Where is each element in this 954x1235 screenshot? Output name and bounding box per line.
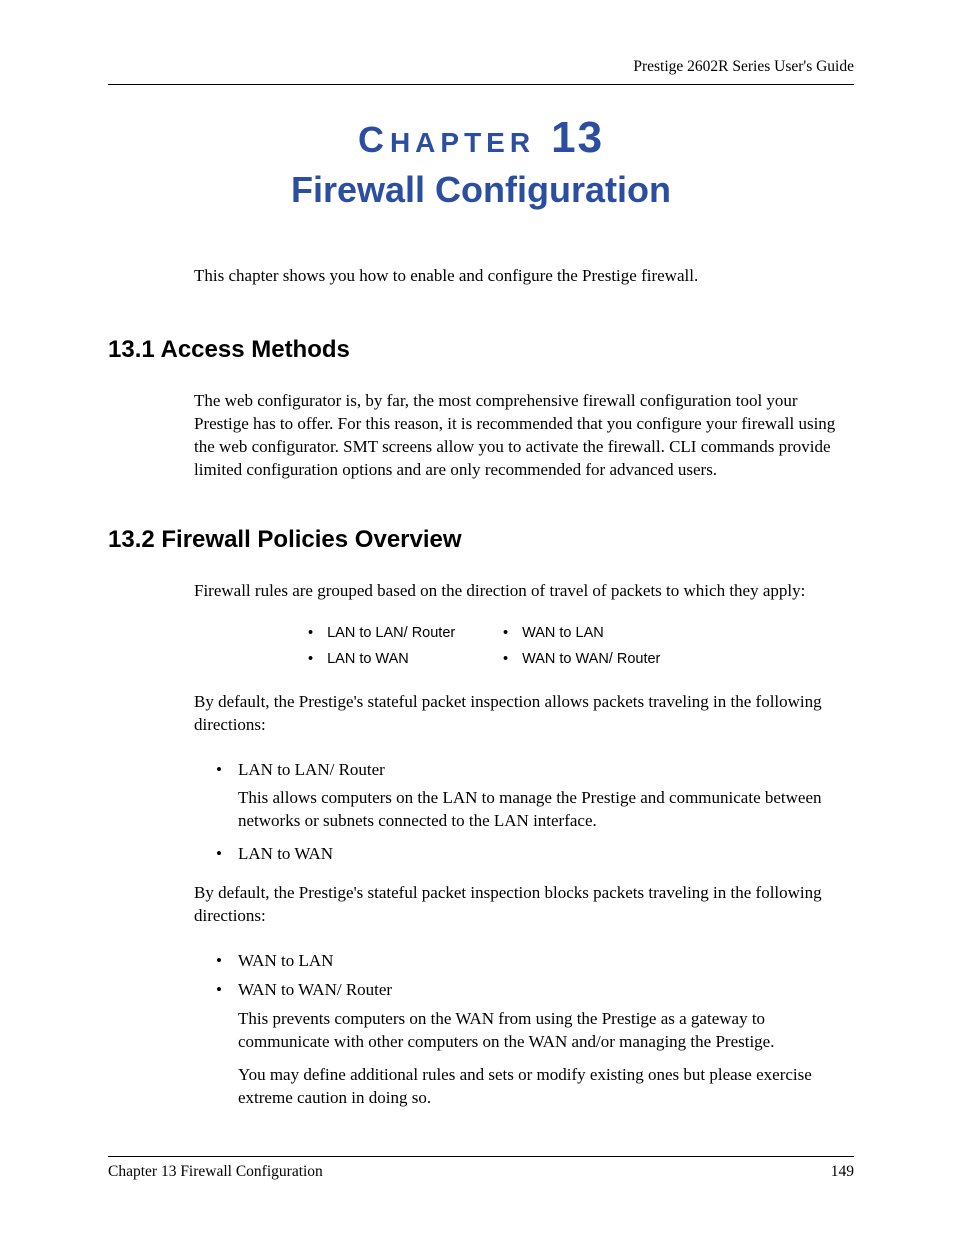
section-2-paragraph-3: By default, the Prestige's stateful pack… [194,882,854,928]
policy-directions-table: • LAN to LAN/ Router • WAN to LAN • LAN … [308,625,854,667]
table-cell: • LAN to WAN [308,651,503,667]
table-row: • LAN to LAN/ Router • WAN to LAN [308,625,854,641]
section-2-paragraph-1: Firewall rules are grouped based on the … [194,580,854,603]
chapter-title: Firewall Configuration [108,169,854,211]
footer-row: Chapter 13 Firewall Configuration 149 [108,1163,854,1181]
table-cell: • WAN to LAN [503,625,703,641]
allow-list: LAN to LAN/ Router [216,759,854,782]
block-list: WAN to LAN WAN to WAN/ Router [216,950,854,1002]
header-divider [108,84,854,85]
section-heading-access-methods: 13.1 Access Methods [108,336,854,364]
list-item: LAN to WAN [216,843,854,866]
page-footer: Chapter 13 Firewall Configuration 149 [108,1156,854,1181]
block-item-2: WAN to WAN/ Router [238,980,392,999]
footer-divider [108,1156,854,1157]
section-1-paragraph: The web configurator is, by far, the mos… [194,390,854,482]
block-item-2-description-1: This prevents computers on the WAN from … [238,1008,854,1054]
allow-item-1-description: This allows computers on the LAN to mana… [238,787,854,833]
section-heading-firewall-policies: 13.2 Firewall Policies Overview [108,526,854,554]
policy-lan-wan: LAN to WAN [327,651,409,667]
bullet-icon: • [308,625,313,641]
chapter-label-c: C [358,119,390,160]
block-item-1: WAN to LAN [238,951,333,970]
policy-wan-lan: WAN to LAN [522,625,604,641]
list-item: WAN to LAN [216,950,854,973]
bullet-icon: • [503,625,508,641]
allow-list-continued: LAN to WAN [216,843,854,866]
intro-paragraph: This chapter shows you how to enable and… [194,265,854,288]
bullet-icon: • [503,651,508,667]
footer-chapter-label: Chapter 13 Firewall Configuration [108,1163,323,1181]
allow-item-1: LAN to LAN/ Router [238,760,385,779]
list-item: LAN to LAN/ Router [216,759,854,782]
policy-wan-wan: WAN to WAN/ Router [522,651,660,667]
block-item-2-description-2: You may define additional rules and sets… [238,1064,854,1110]
header-guide-title: Prestige 2602R Series User's Guide [108,58,854,76]
section-2-paragraph-2: By default, the Prestige's stateful pack… [194,691,854,737]
chapter-label: CHAPTER 13 [108,113,854,163]
table-row: • LAN to WAN • WAN to WAN/ Router [308,651,854,667]
list-item: WAN to WAN/ Router [216,979,854,1002]
bullet-icon: • [308,651,313,667]
chapter-label-rest: HAPTER [390,127,535,158]
footer-page-number: 149 [831,1163,854,1181]
allow-item-2: LAN to WAN [238,844,333,863]
table-cell: • WAN to WAN/ Router [503,651,703,667]
table-cell: • LAN to LAN/ Router [308,625,503,641]
page-container: Prestige 2602R Series User's Guide CHAPT… [0,0,954,1110]
chapter-number-value: 13 [551,113,604,162]
policy-lan-lan: LAN to LAN/ Router [327,625,455,641]
